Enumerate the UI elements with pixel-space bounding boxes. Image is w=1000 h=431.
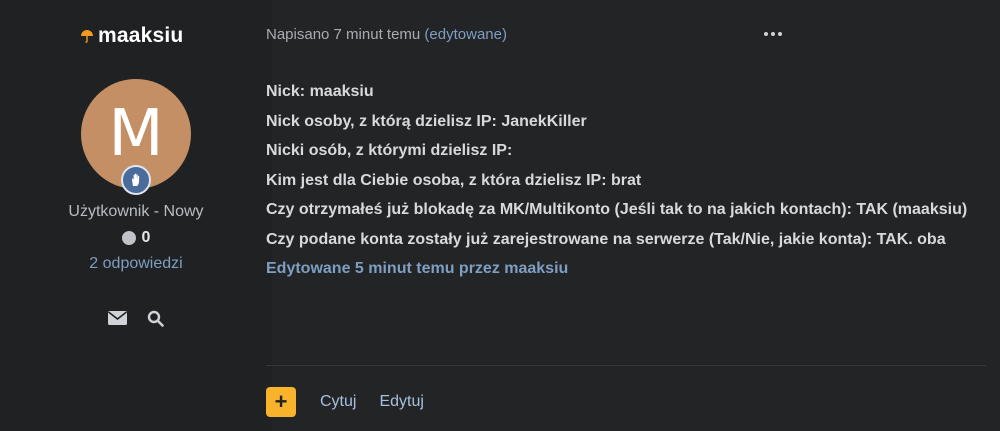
hand-icon [131,173,140,186]
post-meta: Napisano 7 minut temu (edytowane) [266,26,507,43]
divider [266,365,986,366]
react-plus-button[interactable]: + [266,387,296,417]
post-actions: + Cytuj Edytuj [266,387,447,417]
envelope-icon[interactable] [108,311,127,325]
post-content: Nick: maaksiu Nick osoby, z którą dzieli… [266,77,986,284]
replies-count-link[interactable]: 2 odpowiedzi [0,255,272,273]
search-icon[interactable] [147,310,164,327]
content-line: Czy podane konta zostały już zarejestrow… [266,230,946,248]
quote-button[interactable]: Cytuj [320,393,356,411]
reputation-count: 0 [141,229,151,246]
edit-note: Edytowane 5 minut temu przez maaksiu [266,260,569,277]
rank-badge [121,165,151,195]
edit-button[interactable]: Edytuj [379,393,423,411]
username-text[interactable]: maaksiu [98,24,183,48]
content-line: Nick: maaksiu [266,83,374,100]
reputation-dot-icon [121,231,136,245]
content-line: Kim jest dla Ciebie osoba, z która dziel… [266,171,642,189]
ellipsis-icon[interactable] [764,28,784,40]
post-date: Napisano 7 minut temu [266,26,421,43]
reputation: 0 [0,229,272,247]
content-line: Nick osoby, z którą dzielisz IP: JanekKi… [266,112,587,130]
rank-title: Użytkownik - Nowy [68,203,204,220]
avatar-letter: M [108,97,164,171]
author-actions [108,308,168,328]
edited-link[interactable]: (edytowane) [424,26,507,43]
author-username[interactable]: maaksiu [80,22,240,50]
author-panel: maaksiu M Użytkownik - Nowy 0 2 odpowied… [0,0,272,431]
content-line: Nicki osób, z którymi dzielisz IP: [266,142,513,159]
post-container: maaksiu M Użytkownik - Nowy 0 2 odpowied… [0,0,1000,431]
umbrella-icon [81,30,93,43]
content-line: Czy otrzymałeś już blokadę za MK/Multiko… [266,201,968,218]
